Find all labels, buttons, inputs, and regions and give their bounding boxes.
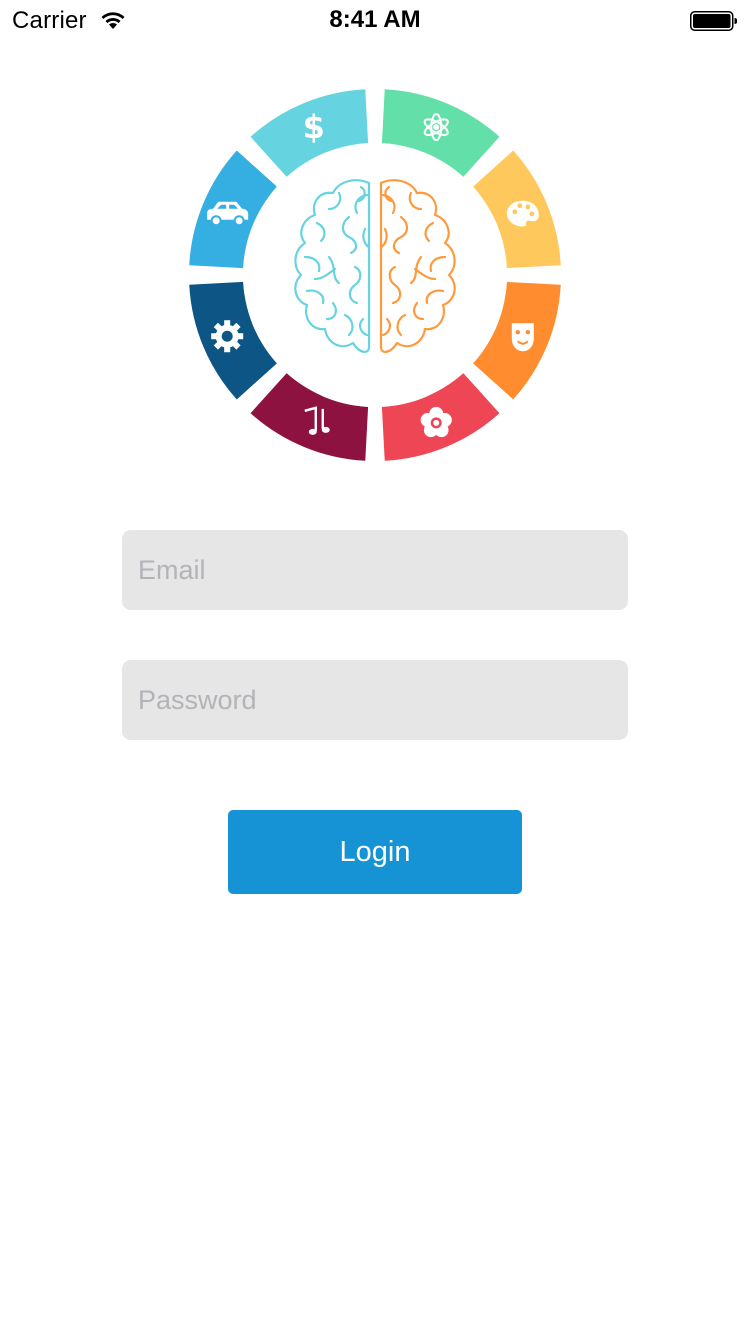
login-button[interactable]: Login <box>228 810 522 894</box>
password-field[interactable] <box>122 660 628 740</box>
clock: 8:41 AM <box>329 6 421 33</box>
gear-icon <box>211 320 244 353</box>
status-bar: Carrier 8:41 AM <box>0 0 750 40</box>
battery-icon <box>690 11 737 31</box>
email-input[interactable] <box>122 530 628 610</box>
svg-text:$: $ <box>303 108 325 146</box>
email-field[interactable] <box>122 530 628 610</box>
theater-mask-icon <box>511 323 534 352</box>
dollar-icon: $ <box>303 108 325 146</box>
brain-wheel-logo: $ <box>189 89 561 461</box>
password-input[interactable] <box>122 660 628 740</box>
